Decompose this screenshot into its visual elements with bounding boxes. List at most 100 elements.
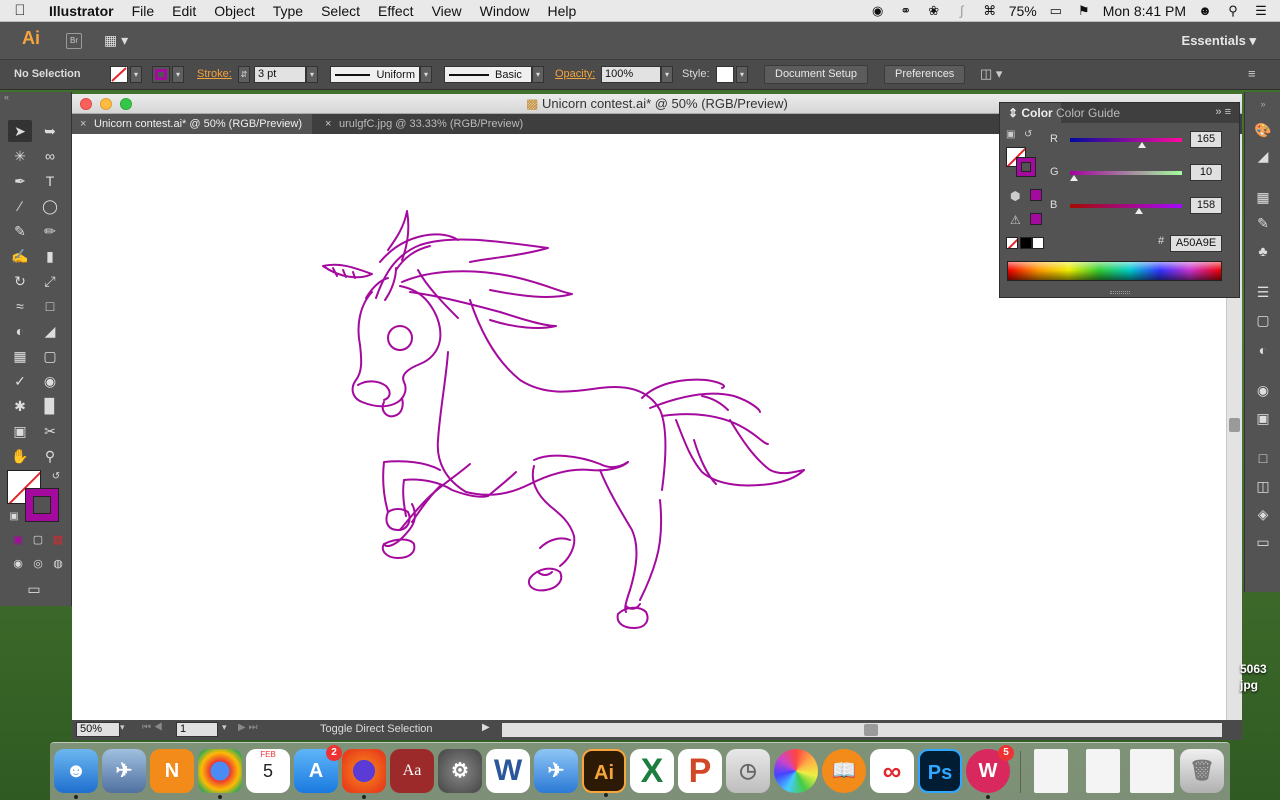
stroke-panel-icon[interactable]: ☰ (1253, 282, 1273, 302)
blue-value-input[interactable]: 158 (1190, 197, 1222, 214)
red-value-input[interactable]: 165 (1190, 131, 1222, 148)
hex-value-input[interactable]: A50A9E (1170, 235, 1222, 252)
mail-icon[interactable]: ✈ (534, 749, 578, 793)
collapse-tools-icon[interactable]: « (4, 92, 9, 102)
green-knob[interactable] (1070, 175, 1078, 181)
downloads-stack-icon[interactable] (1086, 749, 1120, 793)
rotate-tool-icon[interactable]: ↻ (8, 270, 32, 292)
magic-wand-tool-icon[interactable]: ✳ (8, 145, 32, 167)
close-window-button[interactable] (80, 98, 92, 110)
lasso-tool-icon[interactable]: ∞ (38, 145, 62, 167)
gradient-tool-icon[interactable]: ▢ (38, 345, 62, 367)
ibooks-icon[interactable]: 📖 (822, 749, 866, 793)
transparency-panel-icon[interactable]: ◐ (1253, 340, 1273, 360)
fill-swatch[interactable] (110, 66, 128, 83)
stroke-color-box[interactable] (25, 488, 59, 522)
zoom-window-button[interactable] (120, 98, 132, 110)
gamut-color-swatch[interactable] (1030, 213, 1042, 225)
horizontal-scrollbar[interactable] (502, 723, 1222, 737)
opacity-label[interactable]: Opacity: (555, 68, 595, 80)
wifi-icon[interactable]: ⌘ (981, 3, 999, 19)
chat-icon[interactable]: ◉ (869, 3, 887, 19)
apple-menu-icon[interactable]:  (0, 2, 40, 19)
panel-resize-grip[interactable] (1110, 291, 1130, 294)
document-stack-icon[interactable] (1034, 749, 1068, 793)
slice-tool-icon[interactable]: ✂ (38, 420, 62, 442)
out-of-gamut-warning-icon[interactable]: ⚠ (1010, 213, 1021, 227)
firefox-icon[interactable] (342, 749, 386, 799)
collapse-dock-icon[interactable]: » (1253, 94, 1273, 114)
time-machine-icon[interactable]: ◷ (726, 749, 770, 793)
gradient-panel-icon[interactable]: ▢ (1253, 310, 1273, 330)
opacity-dropdown[interactable]: ▾ (661, 66, 673, 83)
clock[interactable]: Mon 8:41 PM (1103, 3, 1186, 19)
brush-dropdown[interactable]: ▾ (532, 66, 544, 83)
eyedropper-tool-icon[interactable]: ✓ (8, 370, 32, 392)
layers-icon[interactable]: ◈ (1253, 504, 1273, 524)
artboard-number-input[interactable]: 1 (176, 722, 218, 737)
trash-icon[interactable]: 🗑 (1180, 749, 1224, 793)
close-tab-icon[interactable]: × (80, 114, 86, 134)
artboard-dropdown-icon[interactable]: ▾ (222, 722, 227, 733)
swatches-icon[interactable]: ▦ (1253, 187, 1273, 207)
panel-stroke-swatch[interactable] (1016, 157, 1036, 177)
graphic-styles-icon[interactable]: ▣ (1253, 408, 1273, 428)
blob-brush-tool-icon[interactable]: ✍ (8, 245, 32, 267)
change-screen-mode-icon[interactable]: ▭ (22, 578, 46, 600)
hand-tool-icon[interactable]: ✋ (8, 445, 32, 467)
menu-select[interactable]: Select (312, 3, 369, 19)
stroke-color-dropdown[interactable]: ▾ (172, 66, 184, 83)
draw-inside-icon[interactable]: ◍ (46, 553, 70, 575)
horizontal-scroll-thumb[interactable] (864, 724, 878, 736)
close-tab-icon[interactable]: × (325, 114, 331, 134)
paintbrush-tool-icon[interactable]: ✎ (8, 220, 32, 242)
bluetooth-icon[interactable]: ∫ (953, 3, 971, 19)
graphic-style-swatch[interactable] (716, 66, 734, 83)
swap-colors-icon[interactable]: ↺ (1024, 129, 1032, 140)
menu-window[interactable]: Window (471, 3, 539, 19)
word-icon[interactable]: W (486, 749, 530, 793)
opacity-input[interactable]: 100% (601, 66, 661, 83)
green-value-input[interactable]: 10 (1190, 164, 1222, 181)
menu-file[interactable]: File (123, 3, 164, 19)
bridge-button[interactable]: Br (66, 33, 82, 49)
perspective-grid-tool-icon[interactable]: ◢ (38, 320, 62, 342)
web-color-swatch[interactable] (1030, 189, 1042, 201)
out-of-web-color-icon[interactable]: ⬢ (1010, 189, 1020, 203)
fill-dropdown[interactable]: ▾ (130, 66, 142, 83)
selection-tool-icon[interactable]: ➤ (8, 120, 32, 142)
first-artboard-icon[interactable]: ⏮ ◀ (142, 722, 163, 733)
color-panel-icon[interactable]: 🎨 (1253, 120, 1273, 140)
graphic-style-dropdown[interactable]: ▾ (736, 66, 748, 83)
photoshop-icon[interactable]: Ps (918, 749, 962, 793)
illustrator-dock-icon[interactable]: Ai (582, 749, 626, 797)
color-guide-icon[interactable]: ◢ (1253, 146, 1273, 166)
paw-icon[interactable]: ❀ (925, 3, 943, 19)
red-slider[interactable]: R 165 (1050, 131, 1230, 151)
photos-icon[interactable] (774, 749, 818, 793)
variable-width-profile[interactable]: Uniform (330, 66, 420, 83)
column-graph-tool-icon[interactable]: ▉ (38, 395, 62, 417)
workspace-switcher[interactable]: Essentials ▾ (1182, 33, 1256, 49)
stroke-label[interactable]: Stroke: (197, 68, 232, 80)
menu-type[interactable]: Type (264, 3, 312, 19)
menu-edit[interactable]: Edit (163, 3, 205, 19)
brush-definition[interactable]: Basic (444, 66, 532, 83)
menu-view[interactable]: View (423, 3, 471, 19)
appearance-panel-icon[interactable]: ◉ (1253, 380, 1273, 400)
color-spectrum-ramp[interactable] (1007, 261, 1222, 281)
symbols-icon[interactable]: ♣ (1253, 241, 1273, 261)
minimize-window-button[interactable] (100, 98, 112, 110)
vertical-scroll-thumb[interactable] (1229, 418, 1240, 432)
scale-tool-icon[interactable]: ⤢ (38, 270, 62, 292)
notification-center-icon[interactable]: ☰ (1252, 3, 1270, 19)
calendar-icon[interactable]: FEB 5 (246, 749, 290, 793)
desktop-file-extension[interactable]: jpg (1240, 678, 1258, 692)
white-swatch[interactable] (1032, 237, 1044, 249)
acrobat-icon[interactable]: ∞ (870, 749, 914, 793)
pencil-tool-icon[interactable]: ✏ (38, 220, 62, 242)
shape-builder-tool-icon[interactable]: ◐ (8, 320, 32, 342)
warp-tool-icon[interactable]: ≈ (8, 295, 32, 317)
default-colors-icon[interactable]: ▣ (1006, 129, 1015, 140)
chrome-icon[interactable] (198, 749, 242, 799)
